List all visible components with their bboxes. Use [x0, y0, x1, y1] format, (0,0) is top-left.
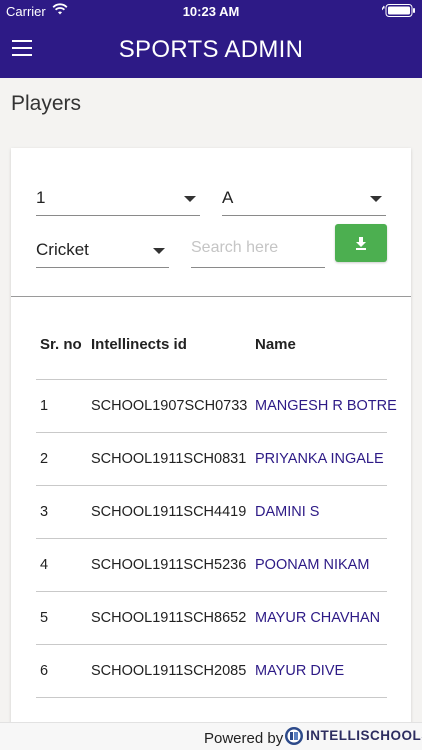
sport-select-value: Cricket — [36, 240, 89, 259]
battery-icon — [381, 4, 416, 17]
cell-sr-no: 4 — [40, 557, 49, 573]
class-select-value: 1 — [36, 188, 46, 207]
brand-name: INTELLISCHOOLS — [306, 728, 422, 743]
app-bar: SPORTS ADMIN — [0, 22, 422, 78]
footer: Powered by INTELLISCHOOLS — [0, 722, 422, 750]
status-bar: Carrier 10:23 AM — [0, 0, 422, 22]
cell-name: MAYUR DIVE — [255, 663, 345, 679]
divider — [11, 296, 411, 297]
cell-intellinects-id: SCHOOL1911SCH8652 — [91, 610, 247, 626]
download-button[interactable] — [335, 224, 387, 262]
header-sr-no: Sr. no — [40, 336, 82, 353]
chevron-down-icon — [370, 196, 382, 202]
table-row[interactable]: 3 SCHOOL1911SCH4419 DAMINI S — [36, 486, 387, 538]
chevron-down-icon — [153, 248, 165, 254]
header-name: Name — [255, 336, 296, 353]
table-row[interactable]: 4 SCHOOL1911SCH5236 POONAM NIKAM — [36, 539, 387, 591]
cell-name: DAMINI S — [255, 504, 320, 520]
cell-name: PRIYANKA INGALE — [255, 451, 384, 467]
clock: 10:23 AM — [182, 4, 240, 19]
download-icon — [356, 237, 366, 250]
table-divider — [36, 697, 387, 698]
sport-select[interactable]: Cricket — [36, 228, 169, 268]
intellischools-logo-icon — [284, 726, 304, 746]
cell-intellinects-id: SCHOOL1911SCH2085 — [91, 663, 247, 679]
table-row[interactable]: 1 SCHOOL1907SCH0733 MANGESH R BOTRE — [36, 380, 397, 432]
table-row[interactable]: 5 SCHOOL1911SCH8652 MAYUR CHAVHAN — [36, 592, 387, 644]
division-select-value: A — [222, 188, 234, 207]
powered-by-label: Powered by — [204, 730, 284, 747]
division-select[interactable]: A — [222, 176, 386, 216]
cell-intellinects-id: SCHOOL1911SCH0831 — [91, 451, 247, 467]
cell-sr-no: 5 — [40, 610, 49, 626]
chevron-down-icon — [184, 196, 196, 202]
table-row[interactable]: 2 SCHOOL1911SCH0831 PRIYANKA INGALE — [36, 433, 387, 485]
cell-sr-no: 2 — [40, 451, 49, 467]
cell-sr-no: 1 — [40, 398, 49, 414]
header-intellinects-id: Intellinects id — [91, 336, 187, 353]
cell-intellinects-id: SCHOOL1907SCH0733 — [91, 398, 248, 414]
cell-sr-no: 6 — [40, 663, 49, 679]
table-row[interactable]: 6 SCHOOL1911SCH2085 MAYUR DIVE — [36, 645, 387, 697]
cell-name: MAYUR CHAVHAN — [255, 610, 381, 626]
cell-name: MANGESH R BOTRE — [255, 398, 397, 414]
app-title: SPORTS ADMIN — [118, 36, 304, 63]
players-card: 1 A Cricket Sr. no Intellinects id Name … — [11, 148, 411, 728]
cell-intellinects-id: SCHOOL1911SCH4419 — [91, 504, 247, 520]
cell-name: POONAM NIKAM — [255, 557, 370, 573]
page-title: Players — [11, 92, 82, 115]
cell-sr-no: 3 — [40, 504, 49, 520]
class-select[interactable]: 1 — [36, 176, 200, 216]
search-input[interactable] — [191, 228, 325, 268]
cell-intellinects-id: SCHOOL1911SCH5236 — [91, 557, 247, 573]
